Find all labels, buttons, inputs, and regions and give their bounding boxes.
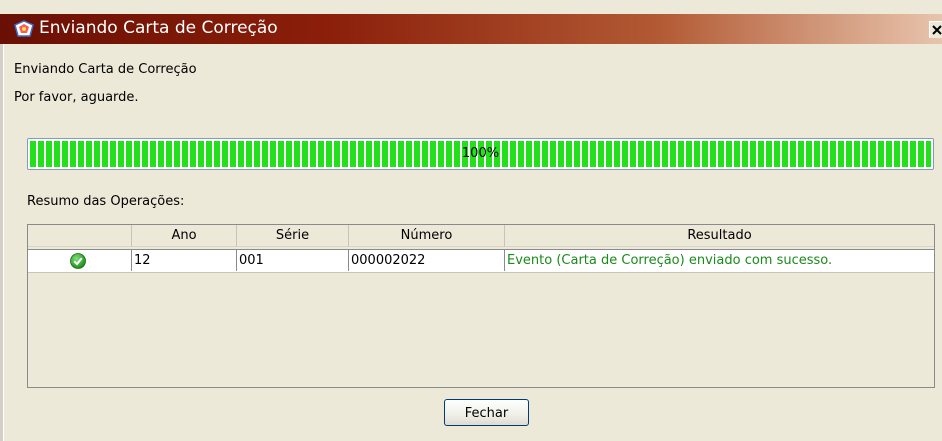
summary-heading: Resumo das Operações: — [27, 194, 185, 209]
column-header-numero[interactable]: Número — [349, 225, 505, 247]
close-icon — [932, 25, 942, 35]
column-header-resultado[interactable]: Resultado — [505, 225, 934, 247]
app-logo-icon — [13, 20, 35, 38]
serie-cell: 001 — [237, 250, 349, 271]
progress-label: 100% — [461, 146, 500, 161]
send-correction-letter-dialog: Enviando Carta de Correção Enviando Cart… — [0, 0, 942, 441]
resultado-cell: Evento (Carta de Correção) enviado com s… — [507, 253, 833, 268]
table-header: Ano Série Número Resultado — [28, 225, 934, 248]
column-header-serie[interactable]: Série — [237, 225, 349, 247]
numero-cell: 000002022 — [349, 250, 505, 271]
wait-message: Por favor, aguarde. — [14, 90, 139, 105]
success-check-icon — [70, 253, 86, 269]
column-header-ano[interactable]: Ano — [132, 225, 237, 247]
column-header-status[interactable] — [28, 225, 132, 247]
close-button[interactable]: Fechar — [444, 399, 529, 426]
window-title: Enviando Carta de Correção — [39, 18, 278, 38]
title-bar[interactable]: Enviando Carta de Correção — [0, 14, 942, 44]
progress-bar: 100% — [27, 138, 934, 170]
status-cell — [28, 250, 132, 271]
status-message: Enviando Carta de Correção — [14, 62, 197, 77]
operations-table: Ano Série Número Resultado 12 001 000002… — [27, 224, 935, 388]
ano-cell: 12 — [132, 250, 237, 271]
window-left-border — [0, 44, 4, 441]
close-window-button[interactable] — [929, 21, 942, 38]
table-row[interactable]: 12 001 000002022 Evento (Carta de Correç… — [28, 249, 934, 273]
